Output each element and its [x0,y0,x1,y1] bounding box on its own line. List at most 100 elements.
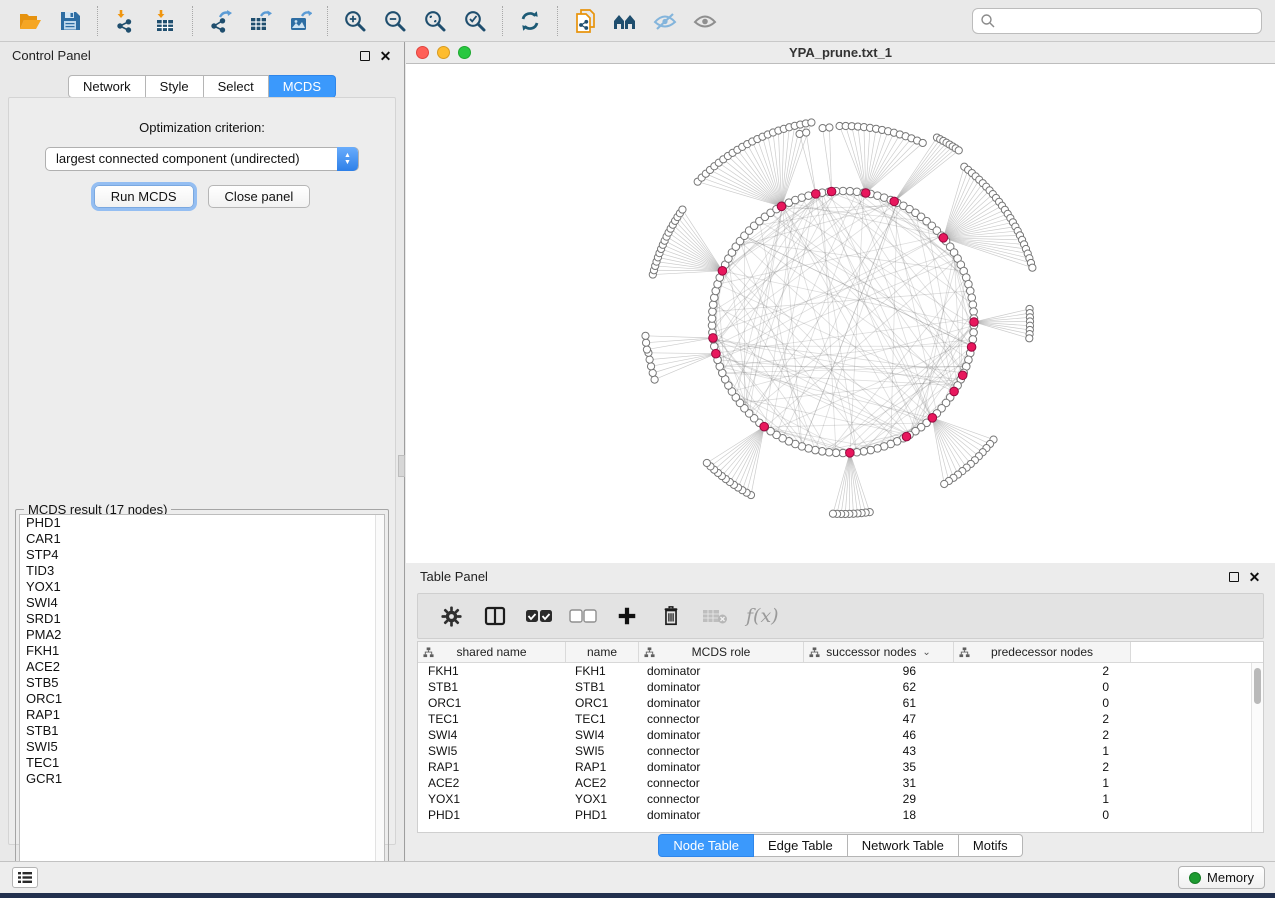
result-list-scrollbar[interactable] [375,515,384,876]
new-network-from-selection-icon[interactable] [570,7,600,35]
minimize-window-icon[interactable] [437,46,450,59]
close-table-panel-icon[interactable]: ✕ [1248,570,1261,583]
mcds-result-item[interactable]: TEC1 [20,755,384,771]
table-tab-network-table[interactable]: Network Table [848,834,959,857]
zoom-selected-icon[interactable] [460,7,490,35]
network-window-titlebar[interactable]: YPA_prune.txt_1 [406,42,1275,64]
table-row[interactable]: YOX1YOX1connector291 [418,791,1263,807]
mcds-result-item[interactable]: SWI5 [20,739,384,755]
criterion-dropdown[interactable]: largest connected component (undirected)… [45,147,359,171]
zoom-fit-icon[interactable] [420,7,450,35]
column-header-predecessor-nodes[interactable]: predecessor nodes [954,642,1131,662]
show-columns-icon[interactable] [478,601,512,631]
mcds-result-item[interactable]: STB5 [20,675,384,691]
cell-successor-nodes: 18 [804,807,954,823]
column-header-name[interactable]: name [566,642,639,662]
mcds-result-list[interactable]: PHD1CAR1STP4TID3YOX1SWI4SRD1PMA2FKH1ACE2… [19,514,385,877]
mcds-result-item[interactable]: SWI4 [20,595,384,611]
mcds-result-item[interactable]: PHD1 [20,515,384,531]
tab-network[interactable]: Network [68,75,146,98]
control-panel: Control Panel ✕ NetworkStyleSelectMCDS O… [0,42,405,861]
mcds-result-item[interactable]: ACE2 [20,659,384,675]
open-file-icon[interactable] [15,7,45,35]
float-table-panel-icon[interactable] [1227,570,1240,583]
close-panel-icon[interactable]: ✕ [379,49,392,62]
mcds-result-item[interactable]: STP4 [20,547,384,563]
table-row[interactable]: TEC1TEC1connector472 [418,711,1263,727]
mcds-result-item[interactable]: RAP1 [20,707,384,723]
memory-button[interactable]: Memory [1178,866,1265,889]
memory-button-label: Memory [1207,870,1254,885]
zoom-in-icon[interactable] [340,7,370,35]
mcds-result-item[interactable]: YOX1 [20,579,384,595]
table-scrollbar[interactable] [1251,663,1263,832]
mcds-result-item[interactable]: FKH1 [20,643,384,659]
table-row[interactable]: RAP1RAP1dominator352 [418,759,1263,775]
cell-predecessor-nodes: 0 [954,807,1131,823]
hide-selected-icon[interactable] [650,7,680,35]
cell-successor-nodes: 29 [804,791,954,807]
run-mcds-button[interactable]: Run MCDS [94,185,194,208]
save-session-icon[interactable] [55,7,85,35]
show-all-icon[interactable] [690,7,720,35]
cell-mcds-role: dominator [639,695,804,711]
mcds-result-item[interactable]: GCR1 [20,771,384,787]
mcds-result-item[interactable]: ORC1 [20,691,384,707]
mcds-result-item[interactable]: STB1 [20,723,384,739]
cell-name: SWI5 [566,743,639,759]
cell-mcds-role: connector [639,775,804,791]
table-settings-gear-icon[interactable] [434,601,468,631]
table-tab-node-table[interactable]: Node Table [658,834,754,857]
refresh-icon[interactable] [515,7,545,35]
toolbar-separator [557,6,558,36]
table-row[interactable]: PHD1PHD1dominator180 [418,807,1263,823]
table-panel-title: Table Panel [420,569,488,584]
table-scrollbar-thumb[interactable] [1254,668,1261,704]
network-view[interactable] [406,64,1275,562]
first-neighbors-icon[interactable] [610,7,640,35]
import-network-icon[interactable] [110,7,140,35]
cell-shared-name: TEC1 [418,711,566,727]
deselect-all-rows-icon[interactable] [566,601,600,631]
mcds-panel: Optimization criterion: largest connecte… [8,97,396,845]
mcds-result-item[interactable]: CAR1 [20,531,384,547]
cell-name: TEC1 [566,711,639,727]
close-window-icon[interactable] [416,46,429,59]
tab-select[interactable]: Select [204,75,269,98]
search-input[interactable] [972,8,1262,34]
column-header-successor-nodes[interactable]: successor nodes⌄ [804,642,954,662]
tab-style[interactable]: Style [146,75,204,98]
table-row[interactable]: FKH1FKH1dominator962 [418,663,1263,679]
table-tab-edge-table[interactable]: Edge Table [754,834,848,857]
maximize-window-icon[interactable] [458,46,471,59]
cell-mcds-role: dominator [639,759,804,775]
add-column-icon[interactable] [610,601,644,631]
tab-mcds[interactable]: MCDS [269,75,336,98]
close-panel-button[interactable]: Close panel [208,185,311,208]
table-row[interactable]: ACE2ACE2connector311 [418,775,1263,791]
toolbar-separator [327,6,328,36]
mcds-result-item[interactable]: PMA2 [20,627,384,643]
task-list-icon [17,871,33,884]
delete-column-icon[interactable] [654,601,688,631]
import-table-icon[interactable] [150,7,180,35]
select-all-rows-icon[interactable] [522,601,556,631]
table-row[interactable]: SWI4SWI4dominator462 [418,727,1263,743]
table-row[interactable]: STB1STB1dominator620 [418,679,1263,695]
float-panel-icon[interactable] [358,49,371,62]
table-tab-motifs[interactable]: Motifs [959,834,1023,857]
cell-shared-name: STB1 [418,679,566,695]
column-header-shared-name[interactable]: shared name [418,642,566,662]
delete-table-icon-disabled [698,601,732,631]
export-image-icon[interactable] [285,7,315,35]
mcds-result-item[interactable]: TID3 [20,563,384,579]
mcds-result-item[interactable]: SRD1 [20,611,384,627]
export-network-icon[interactable] [205,7,235,35]
column-header-mcds-role[interactable]: MCDS role [639,642,804,662]
table-row[interactable]: SWI5SWI5connector431 [418,743,1263,759]
splitter-grip[interactable] [398,455,405,477]
export-table-icon[interactable] [245,7,275,35]
zoom-out-icon[interactable] [380,7,410,35]
table-row[interactable]: ORC1ORC1dominator610 [418,695,1263,711]
task-history-button[interactable] [12,867,38,888]
